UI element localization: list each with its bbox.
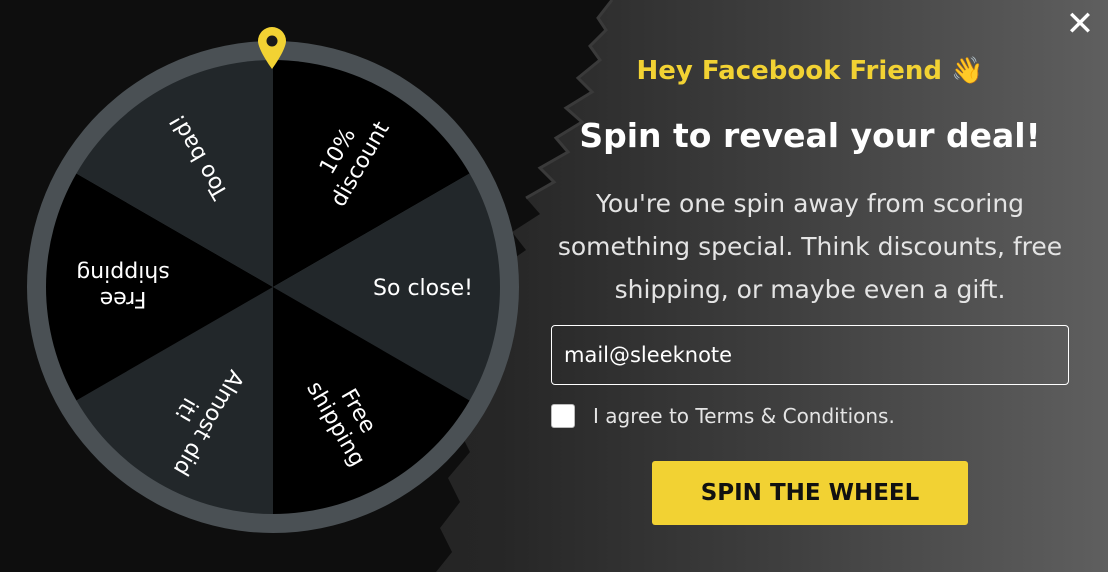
waving-hand-icon: 👋 bbox=[951, 56, 984, 86]
spin-the-wheel-button[interactable]: SPIN THE WHEEL bbox=[652, 461, 968, 525]
page-title: Spin to reveal your deal! bbox=[579, 116, 1041, 155]
spin-wheel-popup: ✕ 10%discount So close! Freeshipping Almost… bbox=[0, 0, 1108, 572]
terms-label: I agree to Terms & Conditions. bbox=[593, 404, 895, 428]
map-pin-icon bbox=[258, 27, 286, 69]
description-text: You're one spin away from scoring someth… bbox=[557, 189, 1063, 304]
prize-wheel: 10%discount So close! Freeshipping Almost d… bbox=[26, 27, 520, 534]
email-field[interactable] bbox=[551, 325, 1069, 385]
greeting-heading: Hey Facebook Friend 👋 bbox=[520, 56, 1100, 86]
terms-checkbox[interactable] bbox=[551, 404, 575, 428]
offer-content: Hey Facebook Friend 👋 Spin to reveal you… bbox=[520, 0, 1100, 572]
wheel-graphic: 10%discountSo close!FreeshippingAlmost d… bbox=[27, 41, 519, 533]
wheel-segment-label: So close! bbox=[373, 276, 473, 301]
terms-row: I agree to Terms & Conditions. bbox=[551, 403, 1091, 429]
greeting-text: Hey Facebook Friend bbox=[636, 56, 943, 86]
